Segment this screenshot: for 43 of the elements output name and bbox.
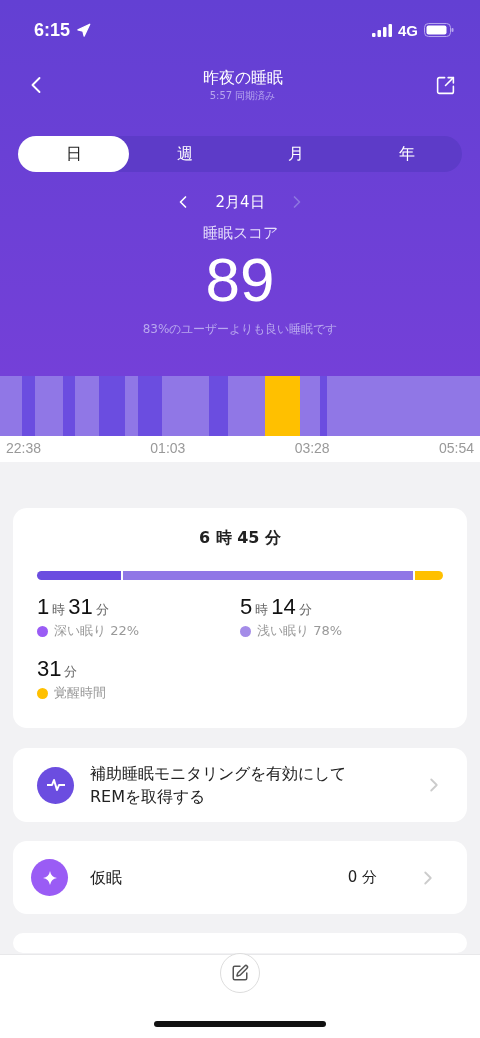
stat-unit: 分 (95, 602, 109, 617)
period-tab[interactable]: 日 (18, 136, 129, 172)
score-caption: 83%のユーザーよりも良い睡眠です (142, 321, 338, 338)
status-time: 6:15 (34, 19, 71, 41)
period-tab[interactable]: 年 (351, 136, 462, 172)
stat-unit: 時 (255, 602, 269, 617)
time-label: 03:28 (294, 440, 330, 458)
edit-button[interactable] (220, 953, 260, 993)
battery-icon (424, 23, 454, 37)
row-text: 補助睡眠モニタリングを有効にして REMを取得する (90, 763, 347, 809)
edit-icon (231, 964, 249, 982)
stat-unit: 時 (52, 602, 66, 617)
share-icon[interactable] (435, 74, 456, 96)
stage-label: 深い眠り 22% (54, 622, 140, 640)
row-text: 仮眠 (90, 867, 123, 890)
stat-minutes: 14 (271, 594, 296, 619)
signal-icon (372, 23, 392, 37)
score-label: 睡眠スコア (202, 224, 278, 243)
stat-unit: 分 (64, 664, 78, 679)
total-sleep: 6 時 45 分 (198, 528, 282, 549)
sparkle-icon (31, 859, 68, 897)
stat-minutes: 31 (68, 594, 93, 619)
stage-label: 浅い眠り 78% (257, 622, 343, 640)
nap-row[interactable]: 仮眠 0 分 (13, 841, 467, 915)
heartbeat-icon (37, 766, 74, 804)
time-label: 05:54 (438, 440, 474, 458)
stat-hours: 1 (37, 594, 50, 619)
page-title: 昨夜の睡眠 (202, 67, 283, 89)
stage-label: 覚醒時間 (54, 684, 106, 702)
period-tab[interactable]: 月 (240, 136, 351, 172)
network-label: 4G (398, 21, 418, 39)
time-label: 22:38 (6, 440, 42, 458)
sleep-score: 89 (205, 249, 275, 311)
period-tab[interactable]: 週 (129, 136, 240, 172)
monitoring-row[interactable]: 補助睡眠モニタリングを有効にして REMを取得する (13, 748, 467, 823)
stat-minutes: 31 (37, 656, 62, 681)
sync-status: 5:57 同期済み (209, 88, 276, 103)
time-label: 01:03 (150, 440, 186, 458)
stat-unit: 分 (298, 602, 312, 617)
nap-duration: 0 分 (347, 868, 377, 888)
location-icon (76, 22, 92, 38)
date-label: 2月4日 (215, 192, 265, 212)
stat-hours: 5 (240, 594, 253, 619)
